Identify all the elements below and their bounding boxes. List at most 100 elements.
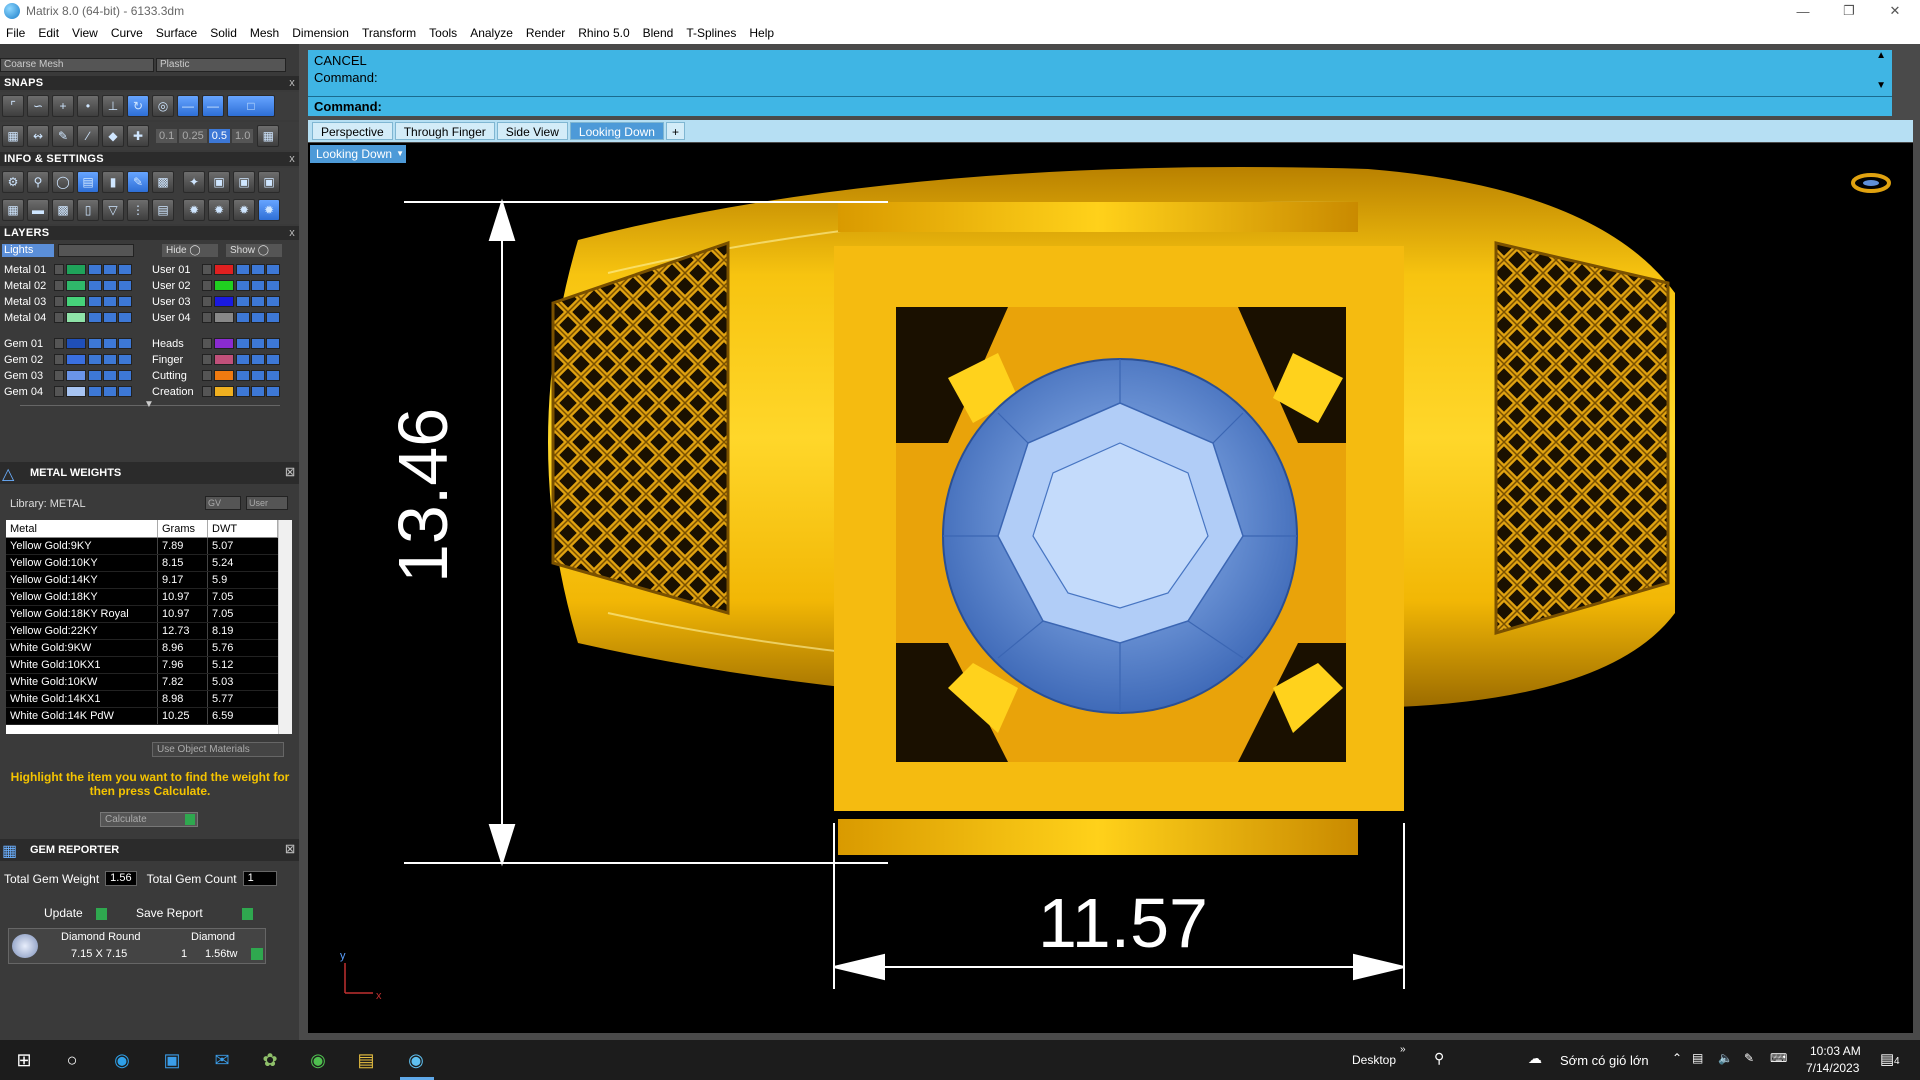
- layer-row[interactable]: User 01: [148, 262, 281, 277]
- layer-color-swatch[interactable]: [214, 264, 234, 275]
- matrix-taskbar-icon[interactable]: ◉: [404, 1048, 428, 1072]
- mail-icon[interactable]: ✉: [210, 1048, 234, 1072]
- add-tab-icon[interactable]: +: [665, 122, 685, 140]
- tab-through-finger[interactable]: Through Finger: [394, 122, 495, 140]
- snap-end-icon[interactable]: ⌜: [2, 95, 24, 117]
- layer-visible-icon[interactable]: [251, 312, 265, 323]
- table-row[interactable]: Yellow Gold:9KY 7.89 5.07: [6, 538, 292, 555]
- table-row[interactable]: Yellow Gold:10KY 8.15 5.24: [6, 555, 292, 572]
- layer-expand-icon[interactable]: [202, 386, 212, 397]
- step-10[interactable]: 1.0: [232, 129, 254, 143]
- flat-icon[interactable]: ▬: [27, 199, 49, 221]
- filter-icon[interactable]: ▽: [102, 199, 124, 221]
- layer-lock-icon[interactable]: [88, 296, 102, 307]
- layer-lock-icon[interactable]: [236, 296, 250, 307]
- layer-select-icon[interactable]: [118, 370, 132, 381]
- desktop-toolbar[interactable]: Desktop: [1352, 1053, 1396, 1067]
- layer-expand-icon[interactable]: [54, 312, 64, 323]
- layer-expand-icon[interactable]: [54, 354, 64, 365]
- layer-expand-icon[interactable]: [202, 370, 212, 381]
- layer-color-swatch[interactable]: [66, 264, 86, 275]
- layer-visible-icon[interactable]: [103, 370, 117, 381]
- line-snap-icon[interactable]: ∕: [77, 125, 99, 147]
- weather-text[interactable]: Sớm có gió lớn: [1560, 1053, 1649, 1068]
- layer-lock-icon[interactable]: [88, 280, 102, 291]
- table-row[interactable]: White Gold:10KX1 7.96 5.12: [6, 657, 292, 674]
- spark2-icon[interactable]: ✹: [233, 199, 255, 221]
- layer-visible-icon[interactable]: [251, 370, 265, 381]
- layer-color-swatch[interactable]: [66, 386, 86, 397]
- layer-lock-icon[interactable]: [236, 312, 250, 323]
- notification-icon[interactable]: ▤: [1880, 1050, 1894, 1068]
- table-scrollbar[interactable]: [278, 520, 292, 734]
- windows-start-icon[interactable]: ⊞: [12, 1048, 36, 1072]
- layer-color-swatch[interactable]: [214, 354, 234, 365]
- table-row[interactable]: Yellow Gold:18KY 10.97 7.05: [6, 589, 292, 606]
- layer-select-icon[interactable]: [118, 264, 132, 275]
- layer-color-swatch[interactable]: [66, 296, 86, 307]
- step-025[interactable]: 0.25: [179, 129, 207, 143]
- diamond-icon[interactable]: ◆: [102, 125, 124, 147]
- tab-looking-down[interactable]: Looking Down: [569, 122, 664, 140]
- curve-tool-icon[interactable]: ↭: [27, 125, 49, 147]
- layer-expand-icon[interactable]: [54, 280, 64, 291]
- layer-select-icon[interactable]: [266, 354, 280, 365]
- print-icon[interactable]: ▣: [258, 171, 280, 193]
- layer-visible-icon[interactable]: [251, 386, 265, 397]
- ring-icon[interactable]: ◯: [52, 171, 74, 193]
- menu-surface[interactable]: Surface: [156, 26, 197, 40]
- clock-time[interactable]: 10:03 AM: [1810, 1044, 1861, 1058]
- layer-expand-icon[interactable]: [54, 370, 64, 381]
- layer-color-swatch[interactable]: [66, 280, 86, 291]
- table-row[interactable]: Yellow Gold:18KY Royal 10.97 7.05: [6, 606, 292, 623]
- gv-toggle[interactable]: GV: [205, 496, 241, 510]
- layer-color-swatch[interactable]: [214, 338, 234, 349]
- step-05[interactable]: 0.5: [208, 129, 231, 143]
- maximize-button[interactable]: ❐: [1826, 0, 1872, 22]
- layer-expand-icon[interactable]: [202, 280, 212, 291]
- layer-color-swatch[interactable]: [214, 280, 234, 291]
- layer-visible-icon[interactable]: [103, 354, 117, 365]
- layer-color-swatch[interactable]: [66, 312, 86, 323]
- layer-expand-icon[interactable]: [54, 386, 64, 397]
- file-explorer-icon[interactable]: ▤: [354, 1048, 378, 1072]
- col-grams[interactable]: Grams: [158, 520, 208, 537]
- layer-lock-icon[interactable]: [88, 312, 102, 323]
- viewport[interactable]: Looking Down ▼ 13.46 11.57 y x: [308, 143, 1913, 1033]
- tab-side-view[interactable]: Side View: [496, 122, 568, 140]
- clock-date[interactable]: 7/14/2023: [1806, 1061, 1859, 1075]
- lights-layer[interactable]: Lights: [2, 244, 54, 257]
- menu-file[interactable]: File: [6, 26, 25, 40]
- hide-button[interactable]: Hide ◯: [162, 244, 218, 257]
- network-icon[interactable]: ▤: [1692, 1051, 1703, 1065]
- user-toggle[interactable]: User: [246, 496, 288, 510]
- layer-icon[interactable]: ▤: [77, 171, 99, 193]
- layer-row[interactable]: Finger: [148, 352, 281, 367]
- grid-settings-icon[interactable]: ▦: [257, 125, 280, 147]
- table-row[interactable]: Yellow Gold:22KY 12.73 8.19: [6, 623, 292, 640]
- pen-tray-icon[interactable]: ✎: [1744, 1051, 1754, 1065]
- menu-mesh[interactable]: Mesh: [250, 26, 279, 40]
- snap-near-icon[interactable]: ∽: [27, 95, 49, 117]
- material-dropdown[interactable]: Plastic: [156, 58, 286, 72]
- layer-lock-icon[interactable]: [88, 338, 102, 349]
- layer-row[interactable]: Metal 04: [0, 310, 133, 325]
- tab-perspective[interactable]: Perspective: [312, 122, 393, 140]
- gem-list-item[interactable]: Diamond Round Diamond 7.15 X 7.15 1 1.56…: [8, 928, 266, 964]
- snap-perp-icon[interactable]: ⊥: [102, 95, 124, 117]
- layer-select-icon[interactable]: [118, 338, 132, 349]
- menu-tsplines[interactable]: T-Splines: [686, 26, 736, 40]
- gem-play-icon[interactable]: [251, 948, 263, 960]
- save-play-icon[interactable]: [242, 908, 253, 920]
- layer-lock-icon[interactable]: [88, 370, 102, 381]
- layer-row[interactable]: User 04: [148, 310, 281, 325]
- layer-row[interactable]: Cutting: [148, 368, 281, 383]
- layer-select-icon[interactable]: [266, 280, 280, 291]
- table-row[interactable]: Yellow Gold:14KY 9.17 5.9: [6, 572, 292, 589]
- layer-visible-icon[interactable]: [251, 280, 265, 291]
- wand-icon[interactable]: ✦: [183, 171, 205, 193]
- layer-row[interactable]: Metal 01: [0, 262, 133, 277]
- search-icon[interactable]: ○: [60, 1048, 84, 1072]
- col-metal[interactable]: Metal: [6, 520, 158, 537]
- table-row[interactable]: White Gold:10KW 7.82 5.03: [6, 674, 292, 691]
